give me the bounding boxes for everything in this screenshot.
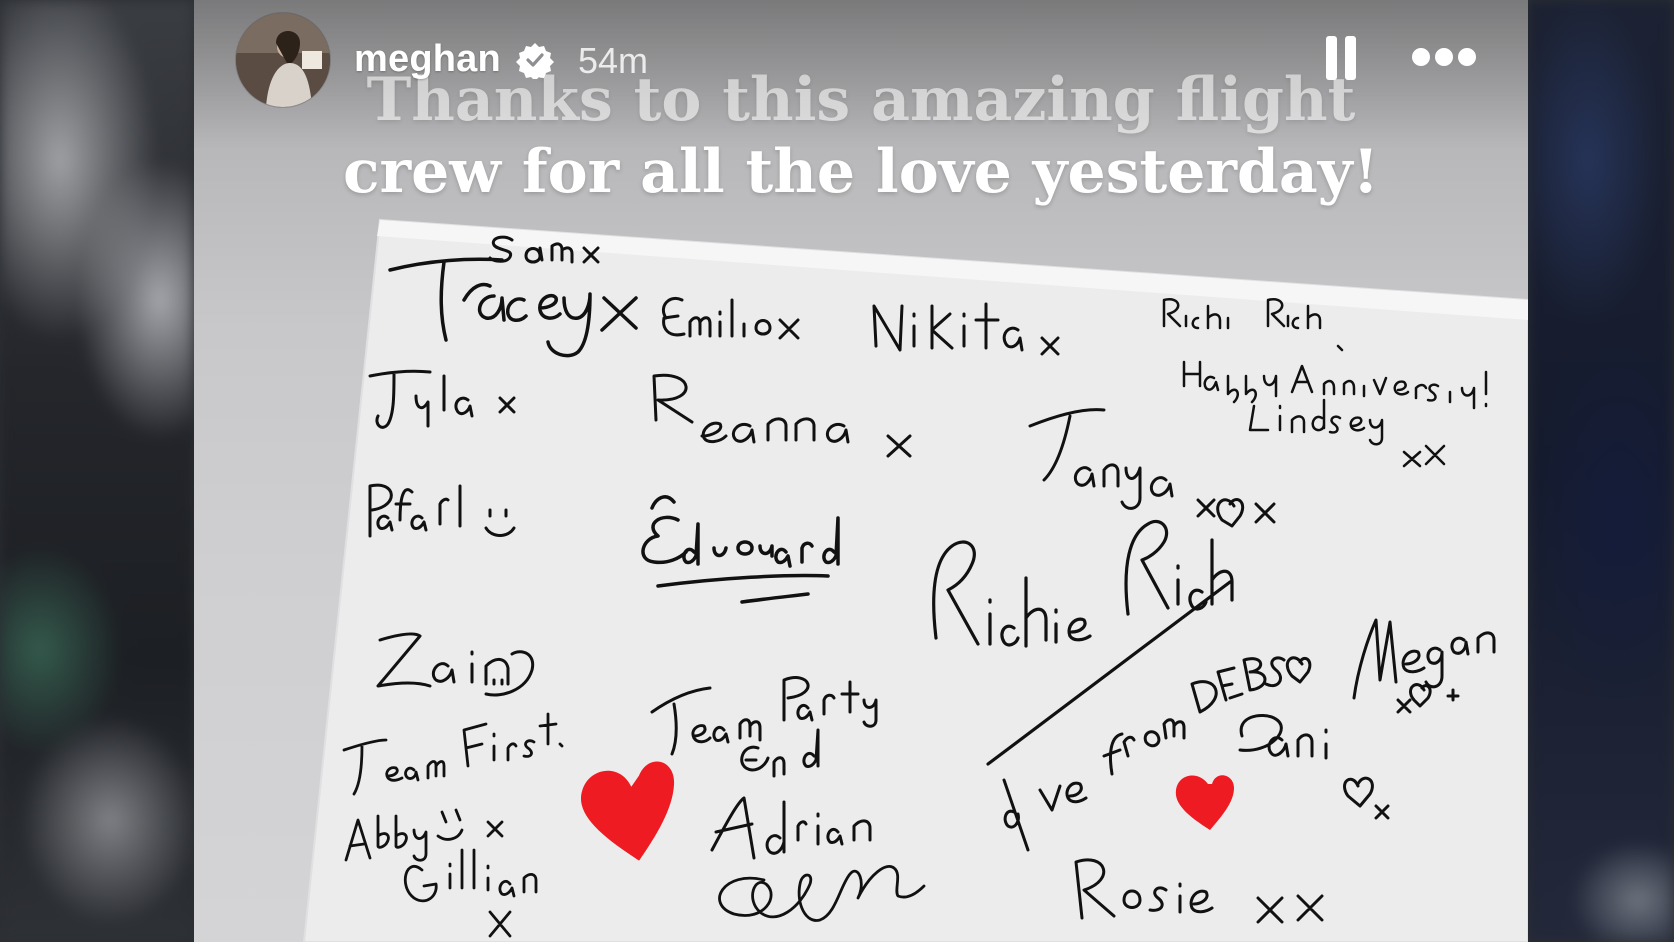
- blurred-background-left: [0, 0, 194, 942]
- pause-icon[interactable]: [1324, 36, 1358, 80]
- blurred-background-right: [1528, 0, 1674, 942]
- avatar-photo-icon: [236, 13, 330, 107]
- story-timestamp: 54m: [578, 40, 649, 81]
- caption-line-2: crew for all the love yesterday!: [342, 137, 1380, 207]
- more-dot-1: [1412, 48, 1430, 66]
- more-dot-3: [1458, 48, 1476, 66]
- profile-avatar[interactable]: [236, 13, 330, 107]
- story-viewer[interactable]: Thanks to this amazing flight crew for a…: [194, 0, 1528, 942]
- more-dot-2: [1435, 48, 1453, 66]
- pause-bar-left: [1326, 36, 1337, 80]
- story-username[interactable]: meghan: [354, 38, 501, 81]
- pause-bar-right: [1345, 36, 1356, 80]
- story-header: meghan 54m: [194, 0, 1528, 120]
- verified-badge-icon: [516, 43, 554, 79]
- signed-card: [302, 218, 1528, 942]
- more-options-icon[interactable]: [1412, 48, 1476, 68]
